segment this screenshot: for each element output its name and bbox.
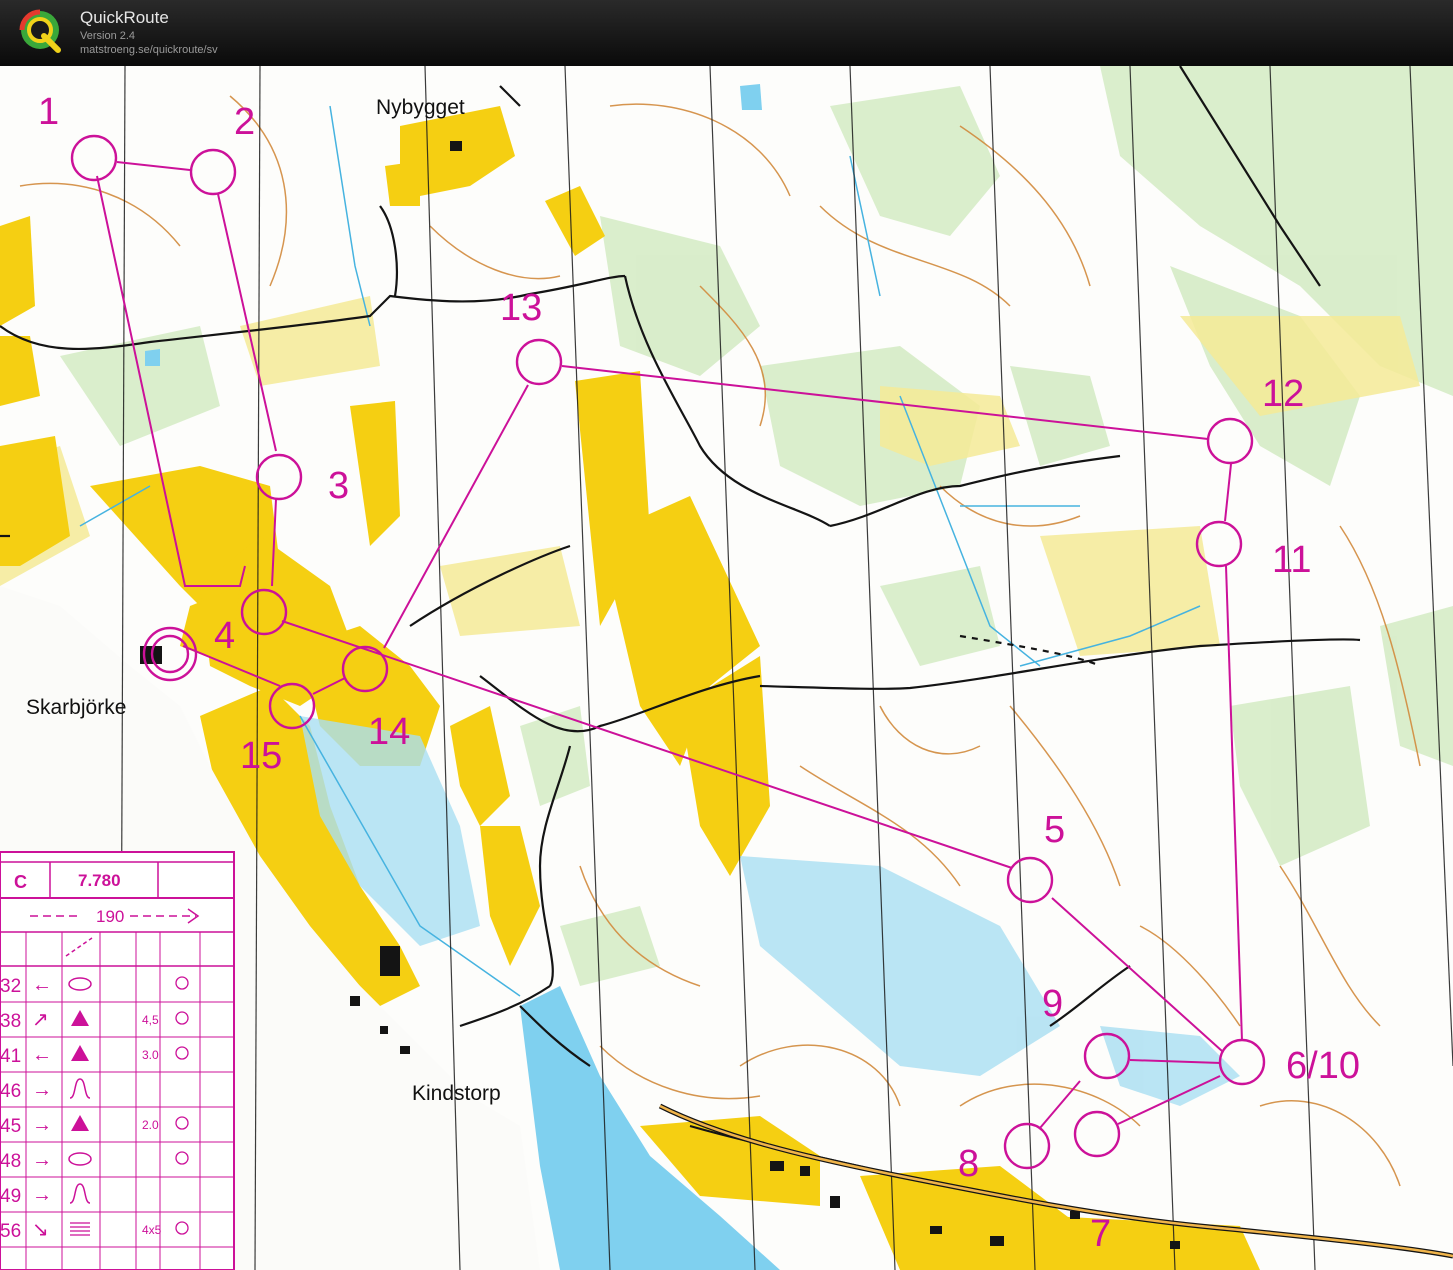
desc-row-code: 49: [0, 1186, 21, 1207]
control-label-11: 11: [1272, 539, 1311, 581]
desc-row-arrow: →: [32, 1114, 52, 1136]
desc-row-arrow: →: [32, 1079, 52, 1101]
desc-row-code: 32: [0, 976, 21, 997]
desc-row-code: 46: [0, 1081, 21, 1102]
control-label-6-10: 6/10: [1286, 1045, 1360, 1087]
desc-row-arrow: ↗: [32, 1009, 49, 1031]
control-label-5: 5: [1044, 809, 1065, 851]
desc-row-size: 4x5: [142, 1223, 162, 1237]
desc-row-code: 56: [0, 1221, 21, 1242]
orienteering-map[interactable]: 1 2 3 4 5 6/10 7 8 9 11 12 13 14 15 Nyby…: [0, 66, 1453, 1270]
control-label-3: 3: [328, 465, 349, 507]
desc-row-arrow: →: [32, 1149, 52, 1171]
course-climb: 190: [96, 907, 124, 926]
desc-row-size: 2.0: [142, 1118, 159, 1132]
place-name-skarbjorke: Skarbjörke: [26, 696, 126, 719]
place-name-kindstorp: Kindstorp: [412, 1082, 501, 1105]
control-label-13: 13: [500, 287, 542, 329]
map-canvas: 1 2 3 4 5 6/10 7 8 9 11 12 13 14 15 Nyby…: [0, 66, 1453, 1270]
desc-row-code: 45: [0, 1116, 21, 1137]
control-label-15: 15: [240, 735, 282, 777]
control-label-12: 12: [1262, 373, 1304, 415]
control-label-4: 4: [214, 615, 235, 657]
control-label-7: 7: [1090, 1213, 1111, 1255]
desc-row-arrow: ←: [32, 974, 52, 996]
desc-row-code: 41: [0, 1046, 21, 1067]
course-length: 7.780: [78, 871, 121, 890]
description-sheet: C 7.780 190 32 ← 38 ↗ 4,5 41 ← 3.0 46 → 45 → 2.0 48 → 4…: [0, 851, 235, 1270]
app-name: QuickRoute: [80, 8, 169, 27]
app-url[interactable]: matstroeng.se/quickroute/sv: [80, 44, 218, 56]
title-bar: QuickRoute Version 2.4 matstroeng.se/qui…: [0, 0, 1453, 66]
control-label-9: 9: [1042, 983, 1063, 1025]
desc-row-arrow: ←: [32, 1044, 52, 1066]
desc-row-code: 48: [0, 1151, 21, 1172]
desc-row-code: 38: [0, 1011, 21, 1032]
place-name-nybygget: Nybygget: [376, 96, 465, 119]
desc-row-size: 4,5: [142, 1013, 159, 1027]
app-version: Version 2.4: [80, 30, 136, 42]
desc-row-arrow: →: [32, 1184, 52, 1206]
control-label-8: 8: [958, 1143, 979, 1185]
control-label-1: 1: [38, 91, 59, 133]
control-label-14: 14: [368, 711, 410, 753]
quickroute-logo-icon: [19, 9, 61, 53]
course-code: C: [14, 872, 27, 892]
control-label-2: 2: [234, 101, 255, 143]
desc-row-size: 3.0: [142, 1048, 159, 1062]
desc-row-arrow: ↘: [32, 1219, 49, 1241]
